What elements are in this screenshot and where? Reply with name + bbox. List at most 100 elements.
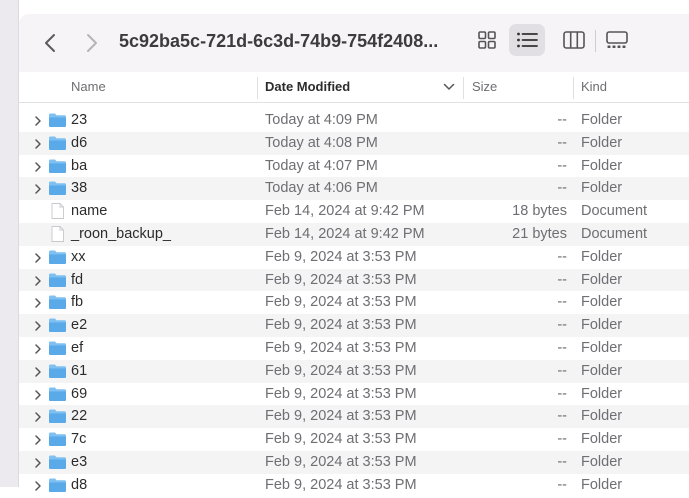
back-button[interactable] [41,31,61,55]
file-size: -- [557,362,567,379]
file-row[interactable]: d8 Feb 9, 2024 at 3:53 PM -- Folder [19,474,689,497]
file-name: e3 [71,453,88,470]
file-list: 23 Today at 4:09 PM -- Folder d6 Today at 4:0… [19,109,689,497]
chevron-left-icon [45,34,55,52]
file-kind: Document [581,203,648,220]
folder-icon [48,249,67,270]
file-name: 69 [71,385,88,402]
file-date-modified: Today at 4:09 PM [265,112,378,128]
file-row[interactable]: ef Feb 9, 2024 at 3:53 PM -- Folder [19,337,689,360]
file-size: -- [557,180,567,197]
file-row[interactable]: xx Feb 9, 2024 at 3:53 PM -- Folder [19,246,689,269]
file-size: -- [557,112,567,128]
column-divider[interactable] [573,77,574,99]
file-kind: Folder [581,385,623,402]
name-column-header[interactable]: Name [71,79,106,94]
folder-icon [48,294,67,315]
file-row[interactable]: 23 Today at 4:09 PM -- Folder [19,109,689,132]
file-date-modified: Feb 9, 2024 at 3:53 PM [265,294,417,311]
file-name: 23 [71,112,88,128]
folder-icon [48,317,67,338]
folder-icon [48,477,67,498]
file-date-modified: Feb 14, 2024 at 9:42 PM [265,203,425,220]
chevron-down-icon[interactable] [443,83,455,91]
file-date-modified: Feb 9, 2024 at 3:53 PM [265,385,417,402]
file-name: 22 [71,408,88,425]
file-size: -- [557,453,567,470]
file-kind: Folder [581,248,623,265]
disclosure-chevron-icon[interactable] [34,388,42,406]
kind-column-header[interactable]: Kind [581,79,607,94]
size-column-header[interactable]: Size [472,79,497,94]
file-size: -- [557,134,567,151]
file-size: -- [557,157,567,174]
file-date-modified: Feb 9, 2024 at 3:53 PM [265,408,417,425]
disclosure-chevron-icon[interactable] [34,342,42,360]
disclosure-chevron-icon[interactable] [34,296,42,314]
file-row[interactable]: fb Feb 9, 2024 at 3:53 PM -- Folder [19,291,689,314]
disclosure-chevron-icon[interactable] [34,137,42,155]
file-kind: Folder [581,362,623,379]
file-kind: Folder [581,408,623,425]
file-row[interactable]: name Feb 14, 2024 at 9:42 PM 18 bytes Docum… [19,200,689,223]
disclosure-chevron-icon[interactable] [34,114,42,132]
grid-icon [478,31,496,49]
file-row[interactable]: e2 Feb 9, 2024 at 3:53 PM -- Folder [19,314,689,337]
folder-icon [48,363,67,384]
disclosure-chevron-icon[interactable] [34,479,42,497]
file-size: -- [557,408,567,425]
disclosure-chevron-icon[interactable] [34,410,42,428]
column-divider[interactable] [463,77,464,99]
file-row[interactable]: 7c Feb 9, 2024 at 3:53 PM -- Folder [19,428,689,451]
file-kind: Folder [581,134,623,151]
file-kind: Folder [581,180,623,197]
toolbar-divider [595,30,596,52]
folder-icon [48,272,67,293]
file-size: 21 bytes [512,225,567,242]
file-name: d8 [71,476,88,493]
file-date-modified: Feb 9, 2024 at 3:53 PM [265,271,417,288]
file-date-modified: Feb 9, 2024 at 3:53 PM [265,362,417,379]
gallery-view-button[interactable] [599,24,635,56]
file-row[interactable]: ba Today at 4:07 PM -- Folder [19,155,689,178]
file-name: fd [71,271,84,288]
file-row[interactable]: 38 Today at 4:06 PM -- Folder [19,177,689,201]
disclosure-chevron-icon[interactable] [34,365,42,383]
file-kind: Folder [581,271,623,288]
disclosure-chevron-icon[interactable] [34,182,42,200]
file-row[interactable]: 61 Feb 9, 2024 at 3:53 PM -- Folder [19,359,689,384]
file-size: -- [557,339,567,356]
disclosure-chevron-icon[interactable] [34,319,42,337]
document-icon [48,226,67,247]
forward-button[interactable] [81,31,101,55]
disclosure-chevron-icon[interactable] [34,251,42,269]
folder-icon [48,386,67,407]
folder-icon [48,180,67,201]
file-row[interactable]: _roon_backup_ Feb 14, 2024 at 9:42 PM 21 b… [19,222,689,247]
file-row[interactable]: d6 Today at 4:08 PM -- Folder [19,131,689,155]
list-view-button[interactable] [509,24,545,56]
file-kind: Folder [581,157,623,174]
file-date-modified: Feb 9, 2024 at 3:53 PM [265,248,417,265]
icon-view-button[interactable] [469,24,505,56]
file-kind: Folder [581,294,623,311]
disclosure-chevron-icon[interactable] [34,456,42,474]
disclosure-chevron-icon[interactable] [34,433,42,451]
column-view-button[interactable] [556,24,592,56]
file-name: xx [71,248,86,265]
column-divider[interactable] [257,77,258,99]
file-name: name [71,203,108,220]
disclosure-chevron-icon[interactable] [34,160,42,178]
file-name: d6 [71,134,88,151]
folder-icon [48,408,67,429]
finder-toolbar: 5c92ba5c-721d-6c3d-74b9-754f2408... [19,14,689,72]
file-kind: Folder [581,339,623,356]
sidebar-edge [0,0,19,487]
file-row[interactable]: 22 Feb 9, 2024 at 3:53 PM -- Folder [19,405,689,429]
file-row[interactable]: e3 Feb 9, 2024 at 3:53 PM -- Folder [19,450,689,474]
file-row[interactable]: 69 Feb 9, 2024 at 3:53 PM -- Folder [19,383,689,406]
file-row[interactable]: fd Feb 9, 2024 at 3:53 PM -- Folder [19,268,689,293]
disclosure-chevron-icon[interactable] [34,274,42,292]
date-column-header[interactable]: Date Modified [265,79,350,94]
folder-icon [48,158,67,179]
